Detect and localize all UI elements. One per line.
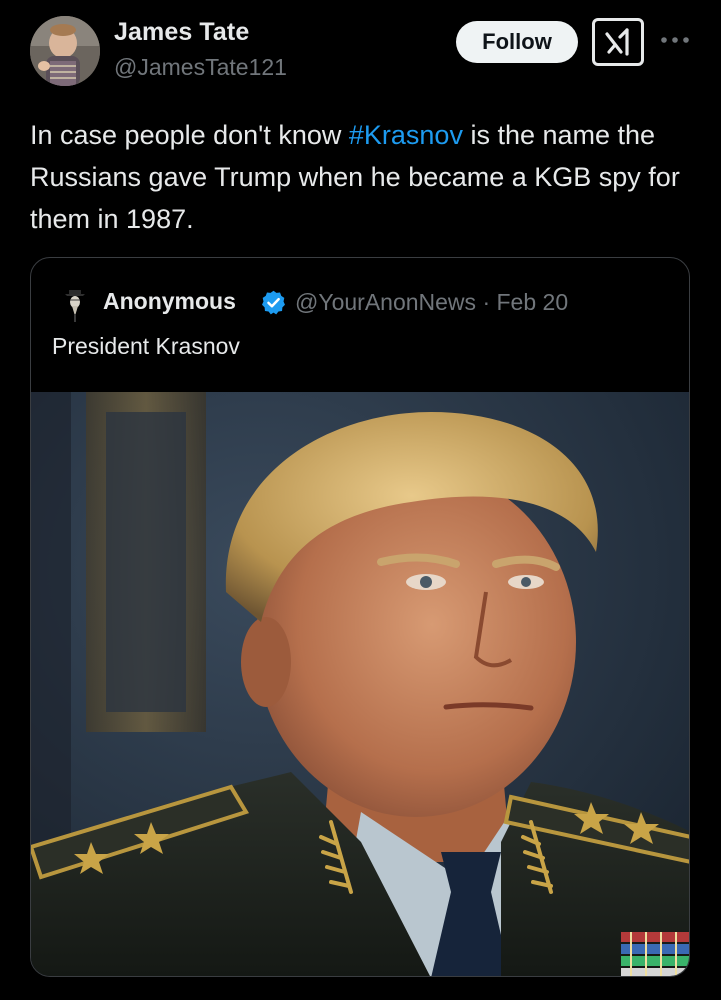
author-avatar[interactable] xyxy=(30,16,100,86)
hashtag-link[interactable]: #Krasnov xyxy=(349,120,463,150)
quote-author-avatar[interactable] xyxy=(55,284,95,324)
portrait-image xyxy=(31,392,689,976)
author-name[interactable]: James Tate xyxy=(114,18,249,47)
more-options-button[interactable] xyxy=(660,30,690,50)
tweet-text: In case people don't know #Krasnov is th… xyxy=(30,114,695,240)
quote-meta: @YourAnonNews · Feb 20 xyxy=(295,289,568,316)
tweet: James Tate @JamesTate121 Follow In case … xyxy=(0,0,721,1000)
grok-button[interactable] xyxy=(592,18,644,66)
meta-separator: · xyxy=(482,289,491,315)
author-handle[interactable]: @JamesTate121 xyxy=(114,54,287,81)
quoted-tweet[interactable]: Anonymous @YourAnonNews · Feb 20 Preside… xyxy=(30,257,690,977)
grok-icon xyxy=(605,28,629,56)
quote-media-image[interactable] xyxy=(31,392,689,976)
author-avatar-image xyxy=(30,16,100,86)
more-dots-icon xyxy=(661,37,689,43)
quote-date[interactable]: Feb 20 xyxy=(497,289,569,315)
quote-text: President Krasnov xyxy=(52,333,240,359)
quote-author-handle[interactable]: @YourAnonNews xyxy=(295,289,476,315)
anonymous-mask-icon xyxy=(55,284,95,324)
verified-badge-icon xyxy=(260,289,287,316)
quote-author-name[interactable]: Anonymous xyxy=(103,288,236,315)
follow-button[interactable]: Follow xyxy=(456,21,578,63)
tweet-text-part: In case people don't know xyxy=(30,120,349,150)
